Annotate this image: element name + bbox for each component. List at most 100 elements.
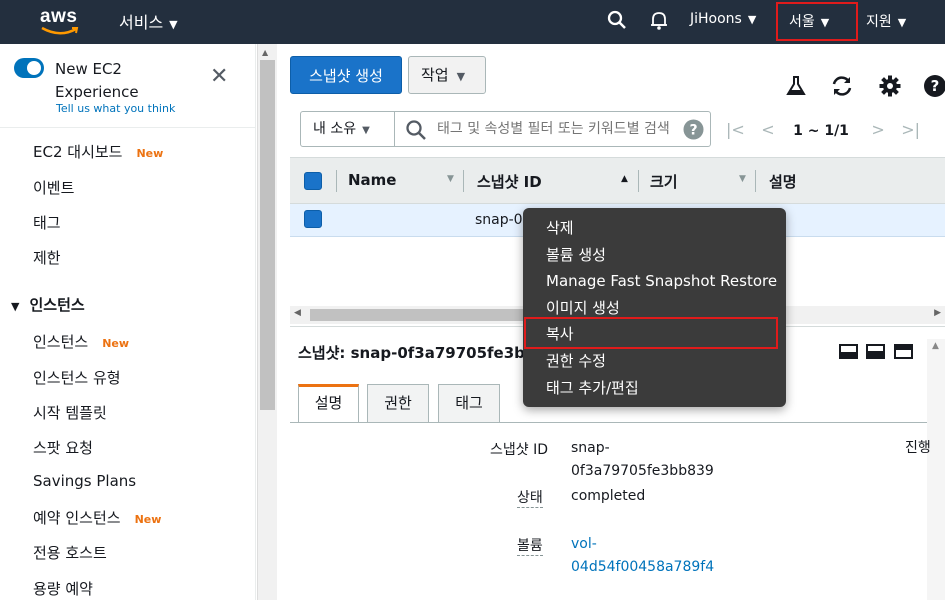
search-icon (406, 120, 426, 140)
new-badge: New (102, 337, 130, 350)
select-all-checkbox[interactable] (304, 172, 322, 190)
copy-highlight-box (524, 317, 778, 349)
sort-icon[interactable]: ▼ (739, 174, 746, 184)
scrollbar-thumb[interactable] (310, 309, 535, 321)
detail-scrollbar[interactable]: ▲ (927, 339, 945, 600)
first-page-icon[interactable]: |< (726, 120, 745, 139)
new-experience-toggle[interactable] (14, 58, 44, 78)
sidebar-item-launch-templates[interactable]: 시작 템플릿 (33, 402, 107, 423)
sidebar-scrollbar[interactable]: ▲ (257, 44, 277, 600)
aws-logo-text: aws (40, 6, 78, 27)
region-highlight-box (776, 2, 858, 41)
gear-icon[interactable] (878, 74, 902, 98)
sidebar-item-tags[interactable]: 태그 (33, 212, 61, 233)
layout-split-icon[interactable] (866, 344, 885, 359)
scroll-up-icon[interactable]: ▲ (932, 341, 939, 351)
sidebar-item-limits[interactable]: 제한 (33, 247, 61, 268)
search-icon[interactable] (606, 9, 628, 31)
pagination: |< < 1 ~ 1/1 > >| (726, 120, 920, 139)
sidebar-item-label: 인스턴스 (33, 333, 89, 351)
column-header-name[interactable]: Name (348, 171, 396, 189)
page-range: 1 ~ 1/1 (793, 123, 849, 139)
next-page-icon[interactable]: > (871, 120, 884, 139)
prev-page-icon[interactable]: < (761, 120, 774, 139)
column-header-size[interactable]: 크기 (650, 171, 678, 192)
layout-top-icon[interactable] (894, 344, 913, 359)
svg-text:?: ? (931, 77, 940, 95)
sidebar-item-savings-plans[interactable]: Savings Plans (33, 472, 136, 490)
flask-icon[interactable] (784, 74, 808, 98)
sidebar-item-instances[interactable]: 인스턴스 New (33, 331, 129, 352)
owner-filter-dropdown[interactable]: 내 소유 ▼ (301, 112, 395, 146)
services-label: 서비스 (119, 13, 164, 32)
user-menu[interactable]: JiHoons ▼ (690, 11, 756, 27)
menu-item-create-volume[interactable]: 볼륨 생성 (546, 244, 606, 265)
sort-asc-icon[interactable]: ▲ (621, 174, 628, 184)
sort-icon[interactable]: ▼ (447, 174, 454, 184)
sidebar-item-spot-requests[interactable]: 스팟 요청 (33, 437, 93, 458)
snapshot-id-value-line1: snap- (571, 440, 610, 456)
status-label: 상태 (517, 487, 543, 508)
layout-bottom-icon[interactable] (839, 344, 858, 359)
sidebar: New EC2 Experience Tell us what you thin… (0, 44, 256, 600)
help-icon[interactable]: ? (683, 119, 704, 140)
scroll-right-icon[interactable]: ▶ (934, 308, 941, 318)
sidebar-item-reserved-instances[interactable]: 예약 인스턴스 New (33, 507, 161, 528)
create-snapshot-button[interactable]: 스냅샷 생성 (290, 56, 402, 94)
svg-text:?: ? (689, 123, 697, 139)
menu-item-create-image[interactable]: 이미지 생성 (546, 297, 620, 318)
sidebar-item-instance-types[interactable]: 인스턴스 유형 (33, 367, 121, 388)
caret-down-icon: ▼ (897, 16, 907, 29)
owner-filter-label: 내 소유 (313, 121, 357, 137)
support-label: 지원 (866, 14, 892, 30)
user-name: JiHoons (690, 11, 742, 27)
actions-context-menu: 삭제 볼륨 생성 Manage Fast Snapshot Restore 이미… (523, 208, 786, 407)
menu-item-fast-snapshot-restore[interactable]: Manage Fast Snapshot Restore (546, 272, 777, 290)
scrollbar-thumb[interactable] (260, 60, 275, 410)
tab-permissions[interactable]: 권한 (367, 384, 429, 422)
scroll-left-icon[interactable]: ◀ (294, 308, 301, 318)
row-checkbox[interactable] (304, 210, 322, 228)
help-icon[interactable]: ? (923, 74, 945, 98)
menu-item-modify-permissions[interactable]: 권한 수정 (546, 350, 606, 371)
actions-button[interactable]: 작업 ▼ (408, 56, 486, 94)
tab-tags[interactable]: 태그 (438, 384, 500, 422)
column-divider (638, 170, 639, 192)
tab-description[interactable]: 설명 (298, 384, 359, 422)
volume-label: 볼륨 (517, 535, 543, 556)
table-header: Name ▼ 스냅샷 ID ▲ 크기 ▼ 설명 (290, 157, 945, 204)
scroll-up-icon[interactable]: ▲ (262, 48, 268, 57)
menu-item-add-edit-tags[interactable]: 태그 추가/편집 (546, 377, 639, 398)
feedback-link[interactable]: Tell us what you think (56, 102, 175, 115)
divider (0, 127, 256, 128)
refresh-icon[interactable] (830, 74, 854, 98)
caret-down-icon: ▼ (169, 18, 178, 31)
volume-link-line2[interactable]: 04d54f00458a789f4 (571, 556, 714, 578)
sidebar-item-events[interactable]: 이벤트 (33, 177, 74, 198)
last-page-icon[interactable]: >| (901, 120, 920, 139)
close-icon[interactable]: ✕ (210, 66, 228, 88)
new-badge: New (134, 513, 162, 526)
sidebar-item-ec2-dashboard[interactable]: EC2 대시보드 New (33, 141, 163, 162)
column-divider (755, 170, 756, 192)
top-navigation-bar: aws 서비스 ▼ JiHoons ▼ 서울 ▼ 지원 ▼ (0, 0, 945, 44)
snapshot-id-value-line2: 0f3a79705fe3bb839 (571, 463, 714, 479)
sidebar-item-capacity-reservations[interactable]: 용량 예약 (33, 578, 93, 599)
menu-item-delete[interactable]: 삭제 (546, 217, 574, 238)
volume-link-line1[interactable]: vol- (571, 533, 597, 555)
search-input[interactable] (437, 112, 687, 146)
support-menu[interactable]: 지원 ▼ (866, 11, 906, 31)
column-divider (463, 170, 464, 192)
sidebar-item-dedicated-hosts[interactable]: 전용 호스트 (33, 542, 107, 563)
progress-label: 진행 (905, 440, 931, 456)
new-experience-title: New EC2 Experience (55, 60, 139, 101)
bell-icon[interactable] (648, 9, 670, 31)
new-badge: New (136, 147, 164, 160)
column-header-description[interactable]: 설명 (769, 171, 797, 192)
sidebar-item-label: EC2 대시보드 (33, 143, 123, 161)
sidebar-section-instances[interactable]: ▼ 인스턴스 (11, 294, 85, 315)
column-header-snapshot-id[interactable]: 스냅샷 ID (477, 171, 542, 192)
cell-snapshot-id: snap-0 (475, 212, 523, 228)
services-menu[interactable]: 서비스 ▼ (119, 9, 178, 33)
aws-logo[interactable]: aws (40, 4, 82, 40)
